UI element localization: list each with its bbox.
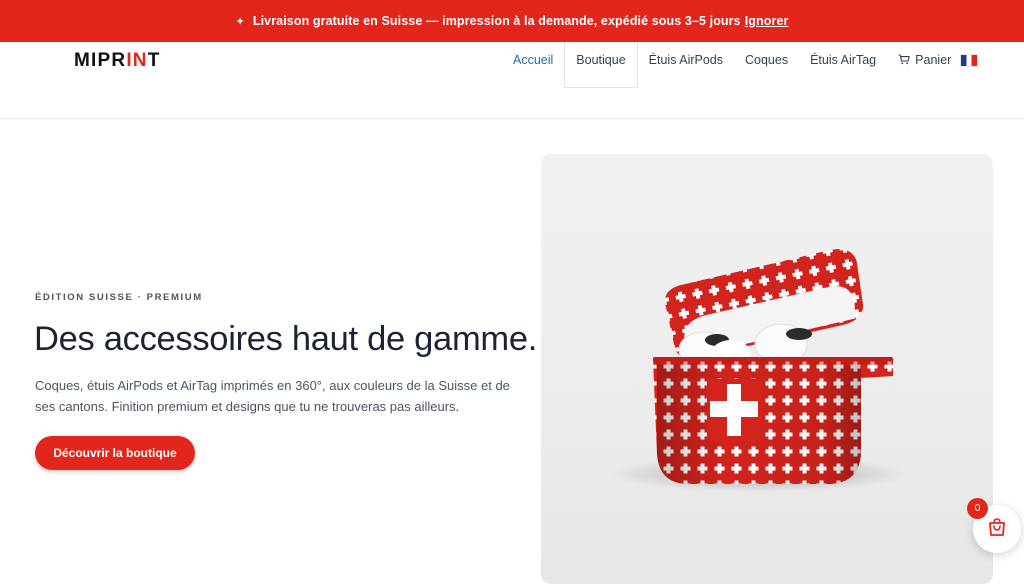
cart-count-badge: 0 (967, 498, 988, 519)
nav-item-etuis-airpods[interactable]: Étuis AirPods (638, 42, 734, 88)
brand-logo[interactable]: MIPRINT (74, 50, 161, 72)
nav-item-accueil[interactable]: Accueil (502, 42, 564, 88)
logo-text-prefix: MIPR (74, 50, 127, 71)
dismiss-announcement-link[interactable]: Ignorer (745, 14, 789, 28)
announcement-text: Livraison gratuite en Suisse — impressio… (252, 14, 741, 28)
discover-shop-button[interactable]: Découvrir la boutique (35, 436, 195, 470)
hero-description: Coques, étuis AirPods et AirTag imprimés… (35, 378, 510, 414)
french-flag-icon[interactable] (961, 55, 978, 66)
site-header: MIPRINT Accueil Boutique Étuis AirPods C… (0, 42, 1024, 119)
logo-text-accent: IN (126, 50, 148, 71)
hero-eyebrow: ÉDITION SUISSE · PREMIUM (35, 292, 203, 303)
cart-icon (898, 54, 913, 67)
airpods-case-illustration (609, 249, 909, 492)
hero-title: Des accessoires haut de gamme. (34, 320, 537, 358)
hero-product-image (541, 154, 993, 584)
nav-item-boutique[interactable]: Boutique (564, 42, 638, 88)
nav-item-coques[interactable]: Coques (734, 42, 799, 88)
nav-item-panier[interactable]: Panier (887, 42, 959, 88)
logo-text-suffix: T (147, 50, 161, 71)
announcement-bar: ✦ Livraison gratuite en Suisse — impress… (0, 0, 1024, 42)
sparkle-icon: ✦ (235, 15, 245, 28)
shopping-bag-icon (986, 516, 1008, 543)
nav-item-panier-label: Panier (915, 53, 952, 67)
nav-item-etuis-airtag[interactable]: Étuis AirTag (799, 42, 887, 88)
main-nav: Accueil Boutique Étuis AirPods Coques Ét… (502, 42, 978, 88)
